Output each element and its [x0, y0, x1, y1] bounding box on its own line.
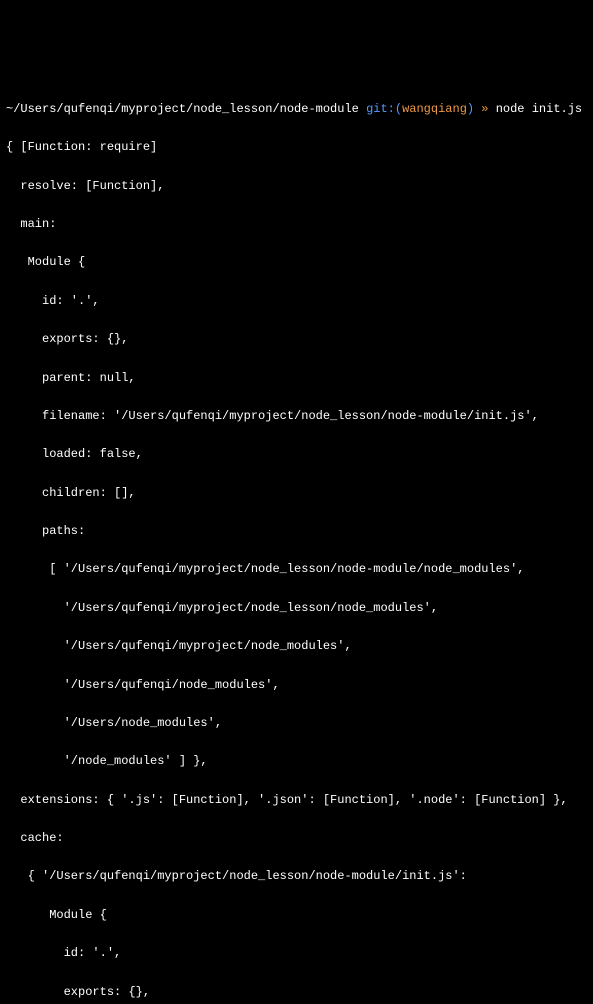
prompt-line: ~/Users/qufenqi/myproject/node_lesson/no… [6, 100, 587, 119]
output-line: main: [6, 215, 587, 234]
output-line: extensions: { '.js': [Function], '.json'… [6, 791, 587, 810]
output-line: '/Users/qufenqi/node_modules', [6, 676, 587, 695]
git-prefix: git:( [366, 102, 402, 116]
output-line: id: '.', [6, 292, 587, 311]
output-line: '/Users/qufenqi/myproject/node_modules', [6, 637, 587, 656]
output-line: '/node_modules' ] }, [6, 752, 587, 771]
terminal-output: ~/Users/qufenqi/myproject/node_lesson/no… [6, 81, 587, 1004]
output-line: '/Users/qufenqi/myproject/node_lesson/no… [6, 599, 587, 618]
output-line: exports: {}, [6, 330, 587, 349]
git-suffix: ) [467, 102, 474, 116]
output-line: exports: {}, [6, 983, 587, 1002]
output-line: cache: [6, 829, 587, 848]
git-branch: wangqiang [402, 102, 467, 116]
output-line: parent: null, [6, 369, 587, 388]
output-line: resolve: [Function], [6, 177, 587, 196]
prompt-arrow: » [481, 102, 488, 116]
output-line: id: '.', [6, 944, 587, 963]
prompt-path: ~/Users/qufenqi/myproject/node_lesson/no… [6, 102, 359, 116]
output-line: children: [], [6, 484, 587, 503]
output-line: '/Users/node_modules', [6, 714, 587, 733]
output-line: Module { [6, 906, 587, 925]
output-line: { [Function: require] [6, 138, 587, 157]
output-line: [ '/Users/qufenqi/myproject/node_lesson/… [6, 560, 587, 579]
output-line: { '/Users/qufenqi/myproject/node_lesson/… [6, 867, 587, 886]
output-line: filename: '/Users/qufenqi/myproject/node… [6, 407, 587, 426]
output-line: paths: [6, 522, 587, 541]
command-text: node init.js [496, 102, 582, 116]
output-line: Module { [6, 253, 587, 272]
output-line: loaded: false, [6, 445, 587, 464]
